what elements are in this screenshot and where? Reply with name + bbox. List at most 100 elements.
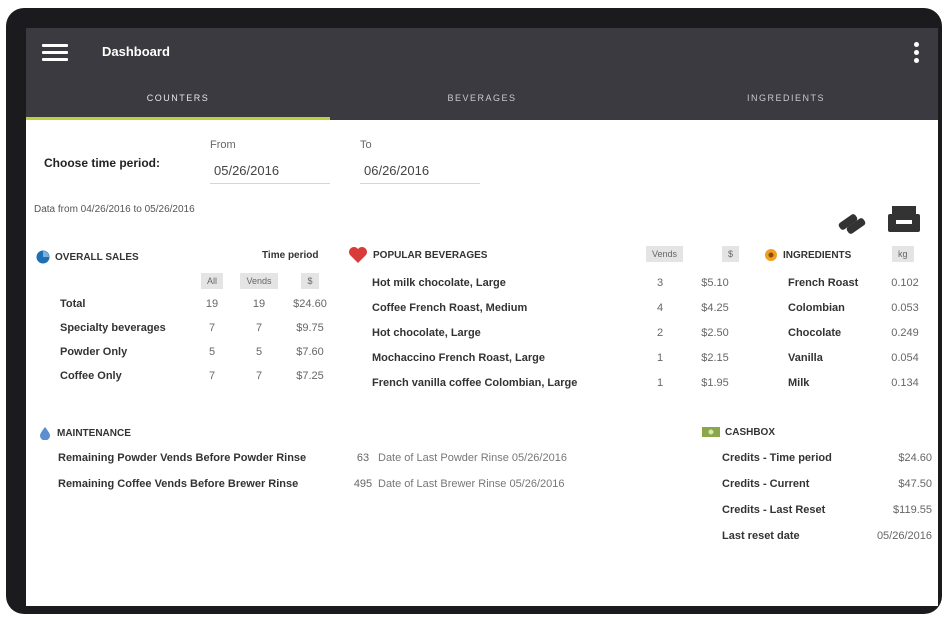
app-bar: Dashboard [26,28,938,76]
tab-counters[interactable]: COUNTERS [26,76,330,120]
globe-icon [36,250,50,264]
table-row: Specialty beverages 7 7 $9.75 [56,316,332,340]
cell-vends: 3 [656,276,664,289]
ingredients-header: INGREDIENTS [764,248,851,262]
from-date-input[interactable] [210,158,330,184]
ingredient-name: Milk [788,376,810,389]
overall-sales-title: OVERALL SALES [55,251,139,263]
app-title: Dashboard [102,44,170,59]
tab-ingredients[interactable]: INGREDIENTS [634,76,938,120]
table-row: Milk 0.134 [784,370,930,395]
maintenance-title: MAINTENANCE [57,427,131,439]
ingredient-name: Colombian [788,301,845,314]
popular-beverages-table: Hot milk chocolate, Large 3 $5.10 Coffee… [368,270,750,395]
table-row: Colombian 0.053 [784,295,930,320]
cell-vends: 5 [255,346,263,358]
beverage-name: French vanilla coffee Colombian, Large [372,376,578,389]
ingredient-value: 0.053 [891,301,919,314]
to-date-input[interactable] [360,158,480,184]
print-icon[interactable] [886,204,922,236]
cell-amount: $5.10 [701,276,729,289]
table-row: Mochaccino French Roast, Large 1 $2.15 [368,345,750,370]
beverage-name: Coffee French Roast, Medium [372,301,528,314]
popular-beverages-header: POPULAR BEVERAGES [348,246,487,264]
from-label: From [210,139,236,151]
cell-all: 5 [208,346,216,358]
time-period-label: Time period [262,250,319,261]
maintenance-row: Remaining Powder Vends Before Powder Rin… [58,452,567,464]
cell-vends: 7 [255,370,263,382]
overall-sales-table: All Vends $ Total 19 19 $24.60 Specialty… [56,270,332,388]
more-vert-icon[interactable] [912,42,920,64]
ingredient-value: 0.249 [891,326,919,339]
cashbox-title: CASHBOX [725,426,776,438]
heart-icon [349,247,367,263]
cell-amount: $1.95 [701,376,729,389]
cashbox-value: $24.60 [898,452,932,464]
maintenance-value: 63 [356,452,370,464]
table-row: Total 19 19 $24.60 [56,292,332,316]
column-header-amount: $ [301,273,319,289]
data-range-note: Data from 04/26/2016 to 05/26/2016 [34,204,195,215]
cashbox-value: $119.55 [893,504,932,516]
cell-all: 7 [208,370,216,382]
overall-sales-header: OVERALL SALES [36,250,139,264]
cell-amount: $2.50 [701,326,729,339]
cash-icon [702,427,720,437]
popular-beverages-title: POPULAR BEVERAGES [373,249,488,261]
table-row: Powder Only 5 5 $7.60 [56,340,332,364]
cell-amount: $4.25 [701,301,729,314]
table-row: French Roast 0.102 [784,270,930,295]
row-label: Specialty beverages [60,322,166,334]
cell-vends: 19 [252,298,266,310]
tab-bar: COUNTERS BEVERAGES INGREDIENTS [26,76,938,120]
ingredient-name: French Roast [788,276,859,289]
ingredient-name: Vanilla [788,351,823,364]
cashbox-value: $47.50 [898,478,932,490]
table-row: Hot milk chocolate, Large 3 $5.10 [368,270,750,295]
tab-beverages[interactable]: BEVERAGES [330,76,634,120]
ingredients-unit: kg [892,246,914,262]
cell-vends: 1 [656,376,664,389]
maintenance-label: Remaining Coffee Vends Before Brewer Rin… [58,478,299,490]
cashbox-row: Credits - Time period $24.60 [722,452,938,464]
cell-amount: $7.25 [296,370,324,382]
ingredient-value: 0.102 [891,276,919,289]
cashbox-row: Last reset date 05/26/2016 [722,530,938,542]
beverage-name: Mochaccino French Roast, Large [372,351,545,364]
beverage-name: Hot milk chocolate, Large [372,276,506,289]
cashbox-header: CASHBOX [702,426,775,438]
row-label: Powder Only [60,346,128,358]
cell-amount: $7.60 [296,346,324,358]
cashbox-label: Credits - Last Reset [722,504,826,516]
cashbox-row: Credits - Last Reset $119.55 [722,504,938,516]
cell-all: 7 [208,322,216,334]
table-row: Chocolate 0.249 [784,320,930,345]
cell-vends: 2 [656,326,664,339]
table-row: Coffee Only 7 7 $7.25 [56,364,332,388]
maintenance-row: Remaining Coffee Vends Before Brewer Rin… [58,478,565,490]
ingredient-value: 0.054 [891,351,919,364]
row-label: Coffee Only [60,370,122,382]
ingredients-title: INGREDIENTS [783,249,852,261]
maintenance-date: Date of Last Powder Rinse 05/26/2016 [378,452,567,464]
cashbox-row: Credits - Current $47.50 [722,478,938,490]
maintenance-header: MAINTENANCE [38,426,131,440]
cashbox-label: Credits - Time period [722,452,832,464]
maintenance-date: Date of Last Brewer Rinse 05/26/2016 [378,478,565,490]
table-row: French vanilla coffee Colombian, Large 1… [368,370,750,395]
cell-vends: 7 [255,322,263,334]
clean-icon[interactable] [834,204,870,236]
column-header-amount: $ [722,246,740,262]
hamburger-icon[interactable] [42,44,68,62]
cell-amount: $2.15 [701,351,729,364]
ingredient-icon [765,249,777,261]
maintenance-value: 495 [353,478,373,490]
maintenance-label: Remaining Powder Vends Before Powder Rin… [58,452,307,464]
cell-amount: $9.75 [296,322,324,334]
water-drop-icon [40,427,50,440]
table-row: Hot chocolate, Large 2 $2.50 [368,320,750,345]
cashbox-label: Credits - Current [722,478,810,490]
row-label: Total [60,298,86,310]
period-label: Choose time period: [44,156,161,170]
